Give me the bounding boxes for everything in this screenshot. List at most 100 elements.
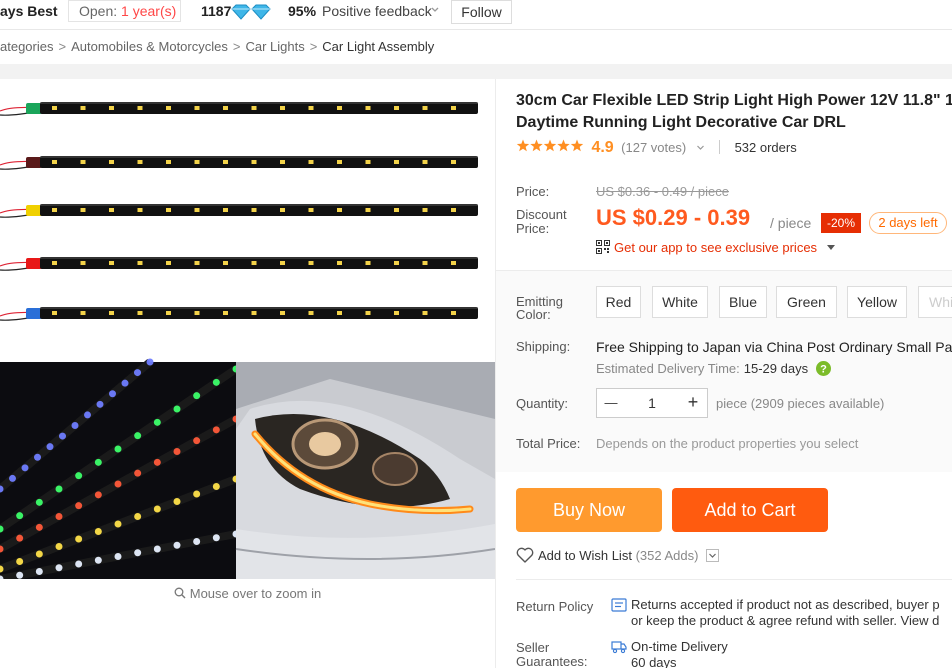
lit-led [96, 400, 104, 408]
strip-connector [26, 205, 42, 216]
led-chip [194, 311, 200, 315]
seller-guarantee-text: On-time Delivery 60 days [631, 639, 728, 668]
lit-led [193, 392, 201, 400]
lit-led [16, 571, 24, 579]
led-chip [137, 311, 143, 315]
orders-count: 532 orders [734, 140, 797, 155]
return-policy-line[interactable]: or keep the product & agree refund with … [631, 613, 940, 629]
lit-led [75, 535, 83, 543]
led-chip [394, 160, 399, 164]
delivery-estimate-days: 15-29 days [743, 361, 809, 376]
lit-led [212, 378, 220, 386]
store-name[interactable]: ays Best [0, 3, 58, 19]
led-chip [223, 106, 228, 110]
breadcrumb-current: Car Light Assembly [322, 39, 435, 54]
app-promo-link[interactable]: Get our app to see exclusive prices [596, 240, 835, 255]
lit-led [75, 560, 83, 568]
chevron-down-icon[interactable] [696, 143, 705, 152]
quantity-decrease-button[interactable]: — [597, 389, 625, 417]
breadcrumb-item[interactable]: ategories [0, 39, 53, 54]
add-to-cart-button[interactable]: Add to Cart [672, 488, 828, 532]
total-price-label: Total Price: [516, 436, 581, 451]
color-option-blue[interactable]: Blue [719, 286, 767, 318]
led-chip [194, 160, 200, 164]
led-chip [137, 208, 143, 212]
lit-led [114, 520, 122, 528]
quantity-label: Quantity: [516, 396, 569, 411]
led-chip [223, 160, 228, 164]
led-chip [451, 106, 456, 110]
lit-led [173, 541, 181, 549]
lit-led [193, 437, 201, 445]
color-option-white[interactable]: White [652, 286, 708, 318]
led-chip [251, 160, 257, 164]
color-option-yellow[interactable]: Yellow [847, 286, 907, 318]
lit-led [55, 485, 63, 493]
chevron-down-icon[interactable] [430, 5, 440, 15]
seller-guarantees-label: Guarantees: [516, 654, 588, 668]
shipping-method[interactable]: Free Shipping to Japan via China Post Or… [596, 339, 952, 355]
led-chip [137, 261, 143, 265]
led-strip [40, 102, 478, 114]
lit-led [35, 523, 43, 531]
led-chip [52, 208, 57, 212]
led-chip [280, 106, 285, 110]
lit-led [212, 426, 220, 434]
star [530, 139, 543, 152]
star [543, 139, 557, 152]
led-chip [109, 208, 114, 212]
lit-led [153, 505, 161, 513]
add-to-wishlist[interactable]: Add to Wish List (352 Adds) [516, 547, 720, 563]
rating-votes[interactable]: (127 votes) [621, 140, 686, 155]
star [570, 139, 584, 152]
product-title: 30cm Car Flexible LED Strip Light High P… [516, 90, 952, 134]
zoom-hint: Mouse over to zoom in [0, 586, 495, 601]
seller-guarantees-label: Seller [516, 640, 550, 655]
divider [516, 579, 952, 580]
lit-led [153, 418, 161, 426]
strip-connector [26, 308, 42, 319]
quantity-input[interactable] [625, 389, 679, 417]
led-chip [223, 311, 228, 315]
led-chip [422, 106, 428, 110]
price-label: Price: [516, 184, 550, 199]
led-strip [40, 204, 478, 216]
lit-led [21, 464, 29, 472]
led-chip [166, 208, 171, 212]
wishlist-dropdown[interactable] [706, 549, 720, 562]
breadcrumb-item[interactable]: Automobiles & Motorcycles [71, 39, 228, 54]
star-rating-icon [516, 139, 584, 152]
follow-button[interactable]: Follow [451, 0, 512, 24]
product-image[interactable] [0, 79, 495, 579]
quantity-increase-button[interactable]: + [679, 389, 707, 417]
zoom-hint-text: Mouse over to zoom in [189, 586, 322, 601]
emitting-color-label: Color: [516, 307, 551, 322]
led-chip [251, 311, 257, 315]
color-option-white-2[interactable]: Whi [918, 286, 952, 318]
led-chip [451, 311, 456, 315]
app-promo-text: Get our app to see exclusive prices [614, 240, 818, 255]
led-chip [280, 261, 285, 265]
breadcrumb-separator: > [232, 39, 241, 54]
led-chip [52, 160, 57, 164]
led-chip [80, 311, 86, 315]
color-option-green[interactable]: Green [776, 286, 837, 318]
svg-text:?: ? [820, 364, 827, 376]
color-option-red[interactable]: Red [596, 286, 641, 318]
led-chip [52, 106, 57, 110]
led-chip [166, 160, 171, 164]
strip-connector [26, 258, 42, 269]
led-chip [109, 311, 114, 315]
led-chip [337, 311, 342, 315]
buy-now-button[interactable]: Buy Now [516, 488, 662, 532]
countdown-badge: 2 days left [869, 212, 947, 234]
help-icon[interactable]: ? [815, 361, 831, 376]
led-chip [337, 106, 342, 110]
led-chip [109, 160, 114, 164]
led-chip [365, 261, 371, 265]
feedback-label[interactable]: Positive feedback [322, 3, 432, 19]
lit-led [55, 564, 63, 572]
led-chip [365, 106, 371, 110]
breadcrumb-item[interactable]: Car Lights [245, 39, 304, 54]
feedback-percent: 95% [288, 3, 317, 19]
